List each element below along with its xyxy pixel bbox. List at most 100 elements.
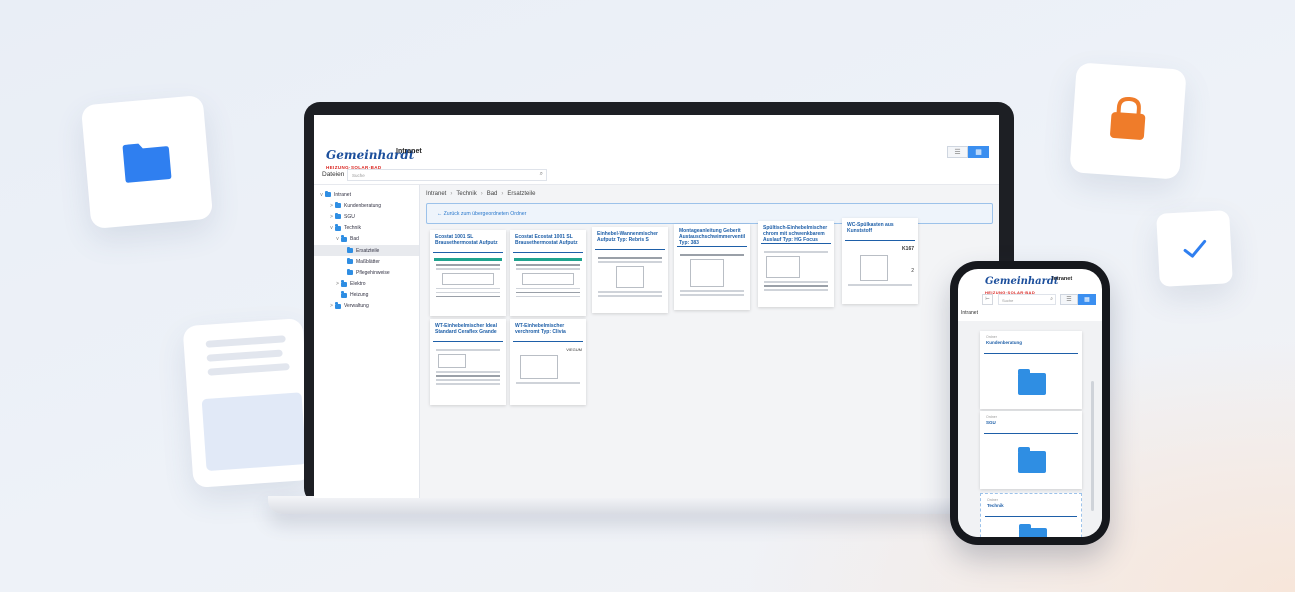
document-title: WT-Einhebelmischer Ideal Standard Cerafl…: [435, 323, 497, 335]
folder-card[interactable]: Ordner Kundenberatung: [980, 331, 1082, 409]
tree-item-kundenberatung[interactable]: > Kundenberatung: [314, 200, 419, 211]
breadcrumb-separator: ›: [450, 190, 453, 197]
tree-item-elektro[interactable]: > Elektro: [314, 279, 419, 290]
document-title: Einhebel-Wannenmischer Aufputz Typ: Rebr…: [597, 231, 658, 243]
folder-icon: [1018, 447, 1046, 473]
list-icon: ☰: [954, 149, 961, 156]
tree-item-pflegehinweise[interactable]: Pflegehinweise: [314, 267, 419, 278]
search-input[interactable]: Suche ⌕: [998, 294, 1056, 305]
arrow-left-icon: ←: [437, 211, 444, 217]
folder-name: SGU: [986, 420, 996, 425]
folder-name: Technik: [987, 503, 1004, 508]
document-title: Montageanleitung Geberit Austauschschwim…: [679, 228, 746, 246]
grid-view-button[interactable]: ▦: [968, 146, 989, 158]
tree-item-label: Kundenberatung: [344, 202, 381, 209]
document-card[interactable]: Ecostat Ecostat 1001 SL Brausethermostat…: [510, 230, 586, 316]
breadcrumb-separator: ›: [480, 190, 483, 197]
floating-document-card: [182, 318, 314, 488]
folder-name: Kundenberatung: [986, 340, 1022, 345]
list-view-button[interactable]: ☰: [947, 146, 968, 158]
folder-icon: [122, 143, 172, 183]
tree-item-label: Elektro: [350, 281, 366, 288]
document-card[interactable]: Montageanleitung Geberit Austauschschwim…: [674, 224, 750, 310]
breadcrumb-item: Ersatzteile: [507, 190, 536, 197]
chevron-right-icon[interactable]: >: [328, 203, 335, 209]
document-card[interactable]: Spültisch-Einhebelmischer chrom mit schw…: [758, 221, 834, 307]
folder-icon: [341, 235, 347, 242]
search-placeholder: Suche: [352, 173, 365, 178]
grid-view-button[interactable]: ▦: [1078, 294, 1096, 305]
document-title: WT-Einhebelmischer verchromt Typ: Clivia: [515, 323, 566, 335]
tree-item-sgu[interactable]: > SGU: [314, 211, 419, 222]
breadcrumb[interactable]: Intranet: [961, 310, 978, 316]
tree-item-verwaltung[interactable]: > Verwaltung: [314, 301, 419, 312]
document-divider: [513, 341, 583, 342]
tree-item-ersatzteile[interactable]: Ersatzteile: [314, 244, 419, 257]
search-icon[interactable]: ⌕: [540, 171, 543, 178]
breadcrumb-item[interactable]: Bad: [487, 191, 498, 197]
document-divider: [595, 249, 665, 250]
tree-toggle-button[interactable]: ⊢: [982, 294, 993, 305]
document-card[interactable]: Einhebel-Wannenmischer Aufputz Typ: Rebr…: [592, 227, 668, 313]
chevron-down-icon[interactable]: v: [334, 236, 341, 242]
view-toggle: ☰ ▦: [1060, 294, 1096, 305]
list-view-button[interactable]: ☰: [1060, 294, 1078, 305]
chevron-right-icon[interactable]: >: [334, 281, 341, 287]
tree-item-bad[interactable]: v Bad: [314, 234, 419, 245]
document-card[interactable]: WT-Einhebelmischer verchromt Typ: Clivia…: [510, 319, 586, 405]
folder-icon: [325, 190, 331, 198]
tree-item-technik[interactable]: v Technik: [314, 223, 419, 234]
tree-item-label: Heizung: [350, 292, 369, 299]
app-title: Intranet: [396, 148, 422, 155]
folder-type: Ordner: [986, 415, 997, 419]
tree-item-label: Pflegehinweise: [356, 269, 390, 276]
folder-tree: v Intranet > Kundenberatung > SGU v Technik …: [314, 185, 420, 498]
document-thumbnail: VIEGUM: [514, 347, 582, 401]
scrollbar[interactable]: [1091, 381, 1094, 511]
document-card[interactable]: WC-Spülkasten aus Kunststoff K167 2: [842, 218, 918, 304]
folder-divider: [984, 353, 1078, 354]
thumb-number: 2: [911, 268, 914, 274]
floating-folder-card: [80, 94, 214, 230]
tree-icon: ⊢: [985, 296, 990, 302]
folder-icon: [341, 291, 347, 298]
breadcrumb-item[interactable]: Technik: [456, 191, 476, 197]
tree-item-intranet[interactable]: v Intranet: [314, 189, 419, 200]
folder-divider: [985, 516, 1077, 517]
folder-icon: [335, 212, 341, 220]
document-card[interactable]: Ecostat 1001 SL Brausethermostat Aufputz: [430, 230, 506, 316]
breadcrumb-item[interactable]: Intranet: [426, 191, 446, 197]
folder-list: Ordner Kundenberatung Ordner SGU Ordner …: [958, 321, 1102, 537]
tree-item-label: Verwaltung: [344, 303, 369, 310]
chevron-right-icon[interactable]: >: [328, 214, 335, 220]
folder-card[interactable]: Ordner Technik: [980, 493, 1082, 537]
chevron-right-icon[interactable]: >: [328, 303, 335, 309]
grid-icon: ▦: [975, 149, 982, 156]
search-placeholder: Suche: [1002, 298, 1014, 303]
search-input[interactable]: Suche ⌕: [347, 169, 547, 181]
list-icon: ☰: [1066, 297, 1072, 303]
folder-icon: [1018, 369, 1046, 395]
document-divider: [677, 246, 747, 247]
tree-item-massblaetter[interactable]: Maßblätter: [314, 256, 419, 267]
tree-item-label: Maßblätter: [356, 258, 380, 265]
brand-logo[interactable]: Gemeinhardt HEIZUNG·SOLAR·BAD: [985, 271, 1059, 295]
folder-card[interactable]: Ordner SGU: [980, 411, 1082, 489]
folder-icon: [347, 257, 353, 265]
document-thumbnail: [434, 258, 502, 312]
chevron-down-icon[interactable]: v: [318, 192, 325, 198]
tree-item-heizung[interactable]: Heizung: [314, 290, 419, 301]
chevron-down-icon[interactable]: v: [328, 225, 335, 231]
document-divider: [433, 252, 503, 253]
document-title: WC-Spülkasten aus Kunststoff: [847, 222, 894, 234]
document-card[interactable]: WT-Einhebelmischer Ideal Standard Cerafl…: [430, 319, 506, 405]
folder-icon: [335, 224, 341, 231]
document-thumbnail: [514, 258, 582, 312]
folder-icon: [335, 302, 341, 309]
folder-icon: [347, 268, 353, 276]
search-icon[interactable]: ⌕: [1050, 296, 1053, 302]
folder-type: Ordner: [987, 498, 998, 502]
tree-item-label: SGU: [344, 213, 355, 220]
folder-icon: [341, 280, 347, 287]
grid-icon: ▦: [1084, 297, 1090, 303]
